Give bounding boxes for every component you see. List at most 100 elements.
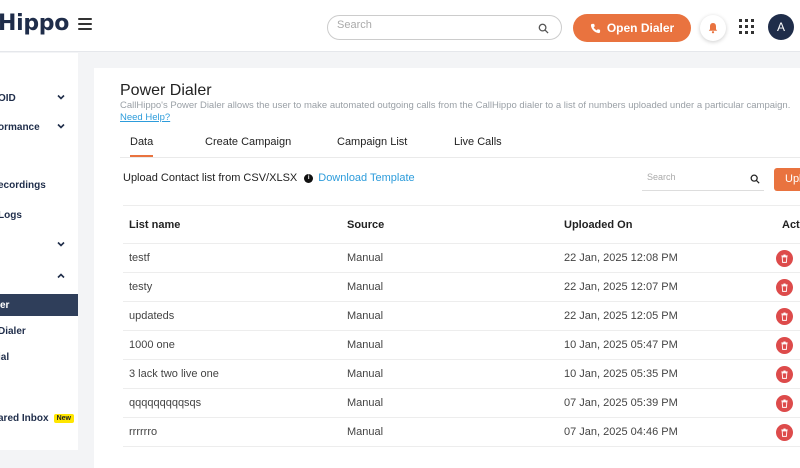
sidebar-item-label: ared Inbox [0,412,49,424]
contact-lists-table: List name Source Uploaded On Action test… [123,205,800,447]
cell-source: Manual [341,359,558,389]
open-dialer-button[interactable]: Open Dialer [573,14,691,42]
chevron-down-icon [57,94,65,100]
cell-list-name: 1000 one [123,330,341,360]
page-description-text: CallHippo's Power Dialer allows the user… [120,100,791,111]
cell-action [776,417,800,447]
menu-icon[interactable] [78,18,92,30]
cell-source: Manual [341,330,558,360]
main-card: Power Dialer CallHippo's Power Dialer al… [94,68,800,468]
table-row[interactable]: qqqqqqqqqsqs Manual 07 Jan, 2025 05:39 PM [123,388,800,418]
sidebar-item-collapsed[interactable] [0,234,78,256]
cell-source: Manual [341,388,558,418]
trash-icon [781,312,788,321]
sidebar-item-expanded[interactable] [0,266,78,288]
upload-button[interactable]: Upload [774,168,800,191]
sidebar-item-power-dialer[interactable]: er [0,294,78,316]
cell-uploaded-on: 22 Jan, 2025 12:07 PM [558,272,776,302]
cell-uploaded-on: 10 Jan, 2025 05:47 PM [558,330,776,360]
delete-button[interactable] [776,278,793,296]
tab-bar: Data Create Campaign Campaign List Live … [120,130,800,158]
logo[interactable]: Hippo [0,11,69,36]
sidebar-item-label: ecordings [0,179,46,191]
table-row[interactable]: updateds Manual 22 Jan, 2025 12:05 PM [123,301,800,331]
cell-list-name: testy [123,272,341,302]
bell-icon [708,23,718,34]
cell-source: Manual [341,243,558,273]
new-badge: New [53,413,74,423]
cell-uploaded-on: 22 Jan, 2025 12:05 PM [558,301,776,331]
cell-uploaded-on: 10 Jan, 2025 05:35 PM [558,359,776,389]
cell-uploaded-on: 07 Jan, 2025 04:46 PM [558,417,776,447]
column-header-action: Action [776,205,800,244]
sidebar-item-label: ial [0,351,10,363]
column-header-source[interactable]: Source [341,205,558,244]
table-row[interactable]: rrrrrro Manual 07 Jan, 2025 04:46 PM [123,417,800,447]
tab-live-calls[interactable]: Live Calls [454,136,502,148]
chevron-down-icon [57,241,65,247]
sidebar-item-label: OID [0,92,16,104]
info-icon[interactable]: i [304,173,314,183]
download-template-link[interactable]: Download Template [318,172,414,184]
sidebar-item-label: Logs [0,209,22,221]
delete-button[interactable] [776,307,793,325]
delete-button[interactable] [776,336,793,354]
cell-list-name: rrrrrro [123,417,341,447]
cell-list-name: testf [123,243,341,273]
sidebar-item-oid[interactable]: OID [0,87,78,109]
table-row[interactable]: testf Manual 22 Jan, 2025 12:08 PM [123,243,800,273]
cell-list-name: updateds [123,301,341,331]
table-row[interactable]: 3 lack two live one Manual 10 Jan, 2025 05… [123,359,800,389]
apps-grid-icon[interactable] [739,19,754,34]
avatar[interactable]: A [768,14,794,40]
list-search[interactable] [642,167,764,191]
delete-button[interactable] [776,394,793,412]
cell-source: Manual [341,301,558,331]
cell-source: Manual [341,417,558,447]
sidebar-item-performance[interactable]: ormance [0,116,78,138]
top-bar: Hippo Open Dialer A [0,0,800,52]
page-description: CallHippo's Power Dialer allows the user… [120,100,800,124]
cell-action [776,359,800,389]
sidebar-item-dialer[interactable]: Dialer [0,320,78,342]
cell-action [776,243,800,273]
table-header-row: List name Source Uploaded On Action [123,205,800,244]
list-search-input[interactable] [647,172,737,182]
notification-bell[interactable] [700,15,726,41]
delete-button[interactable] [776,365,793,383]
trash-icon [781,341,788,350]
cell-source: Manual [341,272,558,302]
sidebar-item-shared-inbox[interactable]: ared Inbox New [0,407,78,429]
sidebar-item-recordings[interactable]: ecordings [0,174,78,196]
delete-button[interactable] [776,423,793,441]
table-row[interactable]: testy Manual 22 Jan, 2025 12:07 PM [123,272,800,302]
chevron-down-icon [57,123,65,129]
cell-uploaded-on: 07 Jan, 2025 05:39 PM [558,388,776,418]
search-icon[interactable] [538,23,549,34]
upload-row: Upload Contact list from CSV/XLSX i Down… [123,172,415,184]
cell-action [776,330,800,360]
tab-data[interactable]: Data [130,136,154,157]
column-header-list-name[interactable]: List name [123,205,341,244]
tab-create-campaign[interactable]: Create Campaign [205,136,291,148]
search-icon[interactable] [750,174,760,184]
trash-icon [781,283,788,292]
cell-list-name: qqqqqqqqqsqs [123,388,341,418]
cell-action [776,301,800,331]
phone-icon [590,23,600,33]
search-input[interactable] [337,19,527,31]
cell-uploaded-on: 22 Jan, 2025 12:08 PM [558,243,776,273]
tab-campaign-list[interactable]: Campaign List [337,136,407,148]
trash-icon [781,254,788,263]
sidebar-item-label: Dialer [0,325,26,337]
table-row[interactable]: 1000 one Manual 10 Jan, 2025 05:47 PM [123,330,800,360]
sidebar-item-dial[interactable]: ial [0,346,78,368]
column-header-uploaded-on[interactable]: Uploaded On [558,205,776,244]
cell-action [776,388,800,418]
sidebar-item-label: er [0,299,10,311]
trash-icon [781,399,788,408]
delete-button[interactable] [776,249,793,267]
need-help-link[interactable]: Need Help? [120,112,170,123]
global-search[interactable] [327,15,562,40]
sidebar-item-logs[interactable]: Logs [0,204,78,226]
